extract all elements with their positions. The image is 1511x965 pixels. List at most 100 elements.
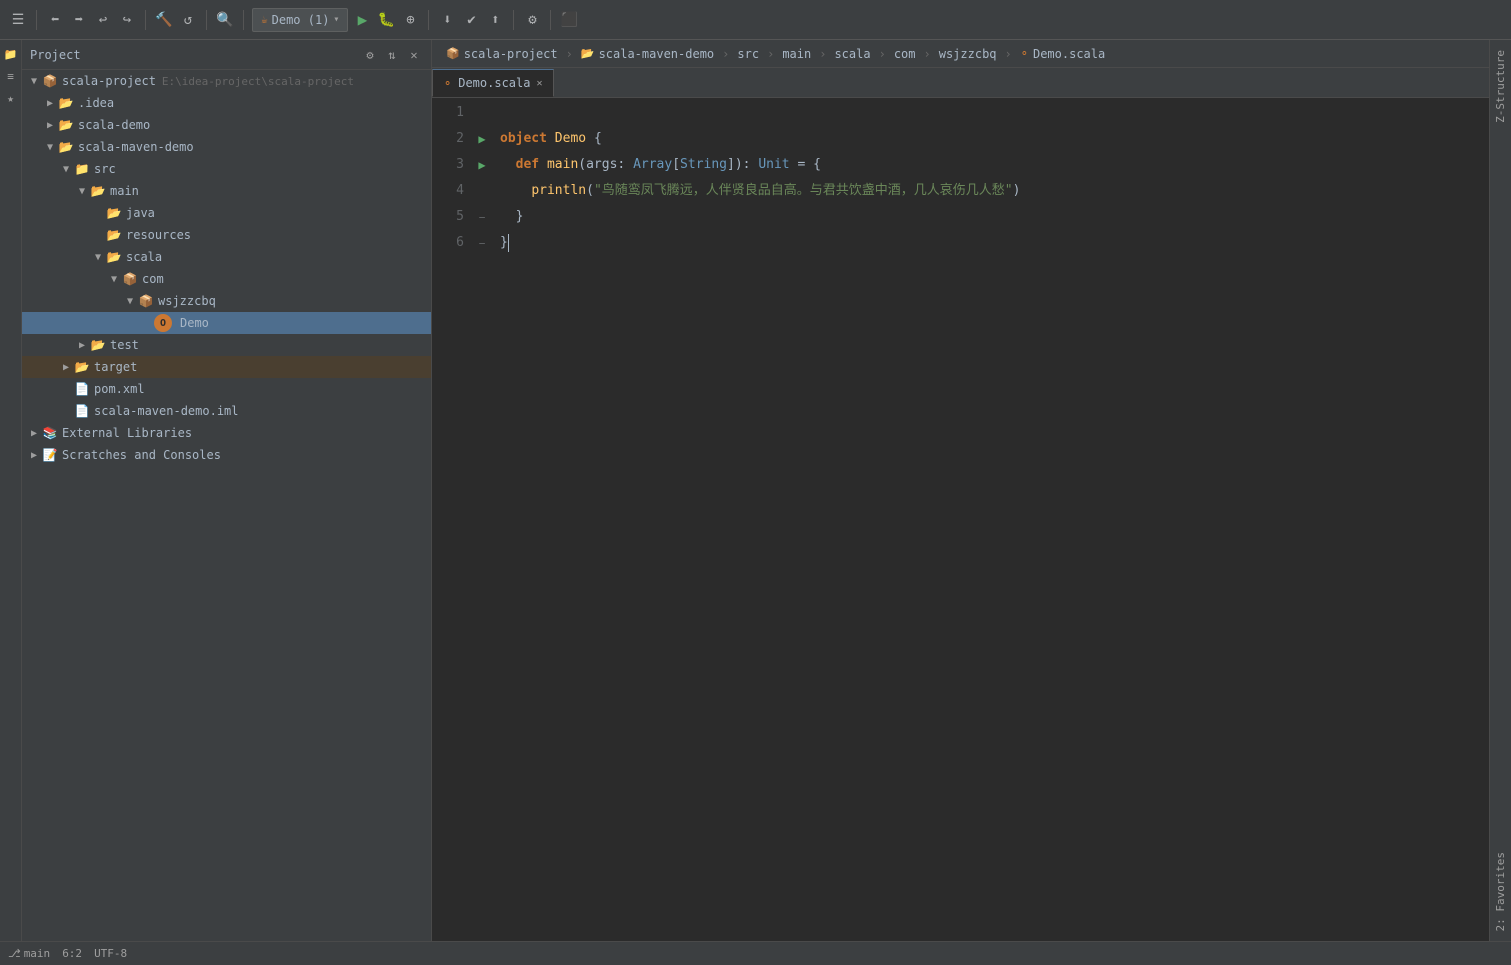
gutter-1 xyxy=(472,100,492,126)
fold-icon-6[interactable]: − xyxy=(479,237,486,250)
debug-button[interactable]: 🐛 xyxy=(376,10,396,30)
folder-icon-resources: 📂 xyxy=(106,227,122,243)
tab-label-demo: Demo.scala xyxy=(458,76,530,90)
undo-icon[interactable]: ↩ xyxy=(93,10,113,30)
run-arrow-2[interactable]: ▶ xyxy=(478,132,485,146)
encoding-item[interactable]: UTF-8 xyxy=(94,947,127,960)
breadcrumb-scala-maven-demo[interactable]: 📂 scala-maven-demo xyxy=(575,45,720,63)
run-button[interactable]: ▶ xyxy=(352,10,372,30)
tree-item-scala-project[interactable]: ▼ 📦 scala-project E:\idea-project\scala-… xyxy=(22,70,431,92)
sep4: › xyxy=(819,47,826,61)
label-wsjzzcbq: wsjzzcbq xyxy=(158,294,216,308)
breadcrumb-wsjzzcbq[interactable]: wsjzzcbq xyxy=(933,45,1003,63)
gutter-2[interactable]: ▶ xyxy=(472,126,492,152)
build-icon[interactable]: 🔨 xyxy=(154,10,174,30)
git-commit-icon[interactable]: ✔ xyxy=(461,10,481,30)
encoding-label: UTF-8 xyxy=(94,947,127,960)
toolbar: ☰ ⬅ ➡ ↩ ↪ 🔨 ↺ 🔍 ☕ Demo (1) ▾ ▶ 🐛 ⊕ ⬇ ✔ ⬆… xyxy=(0,0,1511,40)
tree-item-target[interactable]: ▶ 📂 target xyxy=(22,356,431,378)
folder-icon-scala-project: 📦 xyxy=(42,73,58,89)
status-bar: ⎇ main 6:2 UTF-8 xyxy=(0,941,1511,965)
git-icon: ⎇ xyxy=(8,947,21,960)
bookmark-icon[interactable]: ★ xyxy=(1,88,21,108)
code-editor[interactable]: 1 2 3 4 5 6 ▶ ▶ − xyxy=(432,98,1489,941)
colon-type: : xyxy=(743,155,759,176)
paren-open: ( xyxy=(578,155,586,176)
coverage-button[interactable]: ⊕ xyxy=(400,10,420,30)
tree-item-scala[interactable]: ▼ 📂 scala xyxy=(22,246,431,268)
breadcrumb-demoscala[interactable]: ⚬ Demo.scala xyxy=(1014,45,1111,63)
space-2 xyxy=(547,129,555,150)
settings-icon[interactable]: ⚙ xyxy=(522,10,542,30)
tree-item-main[interactable]: ▼ 📂 main xyxy=(22,180,431,202)
separator-5 xyxy=(428,10,429,30)
code-content[interactable]: object Demo { def main ( args : Array xyxy=(492,98,1489,941)
tree-item-pom[interactable]: ▶ 📄 pom.xml xyxy=(22,378,431,400)
forward-icon[interactable]: ➡ xyxy=(69,10,89,30)
back-icon[interactable]: ⬅ xyxy=(45,10,65,30)
breadcrumb-src[interactable]: src xyxy=(731,45,765,63)
breadcrumb-scala[interactable]: scala xyxy=(828,45,876,63)
fn-main: main xyxy=(547,155,578,176)
string-content: "鸟随鸾凤飞腾远，人伴贤良品自高。与君共饮盏中酒，几人哀伤几人愁" xyxy=(594,181,1013,202)
fold-icon-5[interactable]: − xyxy=(479,211,486,224)
tab-demo-scala[interactable]: ⚬ Demo.scala ✕ xyxy=(432,69,554,97)
tree-item-scala-demo[interactable]: ▶ 📂 scala-demo xyxy=(22,114,431,136)
structure-icon[interactable]: ≡ xyxy=(1,66,21,86)
tree-item-external-libs[interactable]: ▶ 📚 External Libraries xyxy=(22,422,431,444)
expand-all-icon[interactable]: ⇅ xyxy=(383,46,401,64)
label-demo: Demo xyxy=(180,316,209,330)
git-branch-item[interactable]: ⎇ main xyxy=(8,947,50,960)
tab-close-demo[interactable]: ✕ xyxy=(536,78,542,89)
brace-open-3: { xyxy=(813,155,821,176)
label-main: main xyxy=(110,184,139,198)
tree-item-java[interactable]: ▶ 📂 java xyxy=(22,202,431,224)
breadcrumb-main[interactable]: main xyxy=(776,45,817,63)
tree-item-com[interactable]: ▼ 📦 com xyxy=(22,268,431,290)
menu-icon[interactable]: ☰ xyxy=(8,10,28,30)
breadcrumb-com[interactable]: com xyxy=(888,45,922,63)
project-panel-icon[interactable]: 📁 xyxy=(1,44,21,64)
colon-3: : xyxy=(617,155,633,176)
gutter-6[interactable]: − xyxy=(472,230,492,256)
git-update-icon[interactable]: ⬇ xyxy=(437,10,457,30)
hide-sidebar-icon[interactable]: ✕ xyxy=(405,46,423,64)
favorites-panel-label[interactable]: 2: Favorites xyxy=(1494,846,1507,937)
structure-panel-label[interactable]: Z-Structure xyxy=(1494,44,1507,129)
git-push-icon[interactable]: ⬆ xyxy=(485,10,505,30)
run-config-dropdown[interactable]: ☕ Demo (1) ▾ xyxy=(252,8,348,32)
redo-icon[interactable]: ↪ xyxy=(117,10,137,30)
tree-item-demo[interactable]: ▶ O Demo xyxy=(22,312,431,334)
scratches-icon: 📝 xyxy=(42,447,58,463)
tree-item-wsjzzcbq[interactable]: ▼ 📦 wsjzzcbq xyxy=(22,290,431,312)
classname-demo: Demo xyxy=(555,129,586,150)
line-num-1: 1 xyxy=(432,100,464,126)
breadcrumb-scala-project[interactable]: 📦 scala-project xyxy=(440,45,564,63)
sync-icon[interactable]: ↺ xyxy=(178,10,198,30)
settings-layout-icon[interactable]: ⚙ xyxy=(361,46,379,64)
breadcrumb-label-src: src xyxy=(737,47,759,61)
label-scala: scala xyxy=(126,250,162,264)
breadcrumb-label-wsjzzcbq: wsjzzcbq xyxy=(939,47,997,61)
stop-icon[interactable]: ⬛ xyxy=(559,10,579,30)
folder-icon-main: 📂 xyxy=(90,183,106,199)
sep6: › xyxy=(924,47,931,61)
folder-icon-scala: 📂 xyxy=(106,249,122,265)
tree-item-iml[interactable]: ▶ 📄 scala-maven-demo.iml xyxy=(22,400,431,422)
libs-icon: 📚 xyxy=(42,425,58,441)
arrow-target: ▶ xyxy=(58,362,74,373)
gutter-3[interactable]: ▶ xyxy=(472,152,492,178)
code-line-4: println ( "鸟随鸾凤飞腾远，人伴贤良品自高。与君共饮盏中酒，几人哀伤几… xyxy=(500,178,1481,204)
tree-item-resources[interactable]: ▶ 📂 resources xyxy=(22,224,431,246)
gutter-5[interactable]: − xyxy=(472,204,492,230)
separator-7 xyxy=(550,10,551,30)
tree-item-src[interactable]: ▼ 📁 src xyxy=(22,158,431,180)
code-line-6: } xyxy=(500,230,1481,256)
tree-item-idea[interactable]: ▶ 📂 .idea xyxy=(22,92,431,114)
run-arrow-3[interactable]: ▶ xyxy=(478,158,485,172)
tree-item-test[interactable]: ▶ 📂 test xyxy=(22,334,431,356)
tree-item-scratches[interactable]: ▶ 📝 Scratches and Consoles xyxy=(22,444,431,466)
search-everywhere-icon[interactable]: 🔍 xyxy=(215,10,235,30)
tree-item-scala-maven-demo[interactable]: ▼ 📂 scala-maven-demo xyxy=(22,136,431,158)
bracket-open: [ xyxy=(672,155,680,176)
